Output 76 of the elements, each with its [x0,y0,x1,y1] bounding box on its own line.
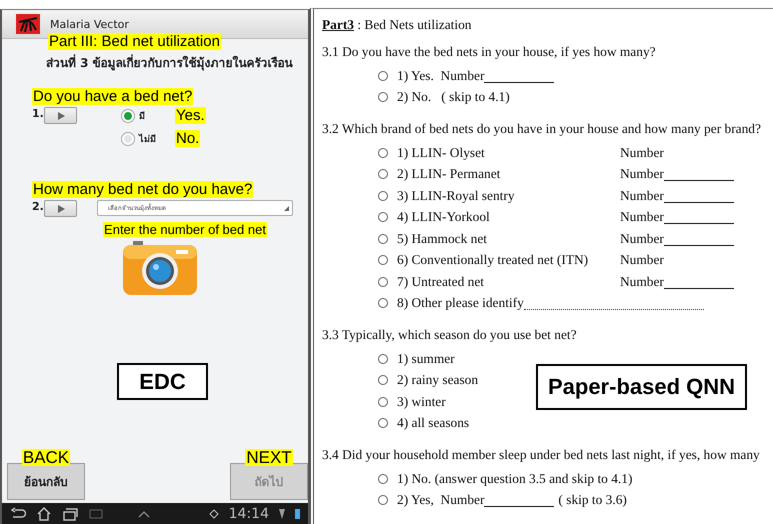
radio-circle [378,495,388,506]
app-title: Malaria Vector [50,18,129,30]
radio-button[interactable] [121,108,135,122]
question-text: 3.3 Typically, which season do you use bet net? [322,326,578,344]
location-icon [208,508,219,518]
option-label: ไม่มี [139,132,157,146]
option-text: 1) summer [397,350,455,367]
radio-circle [378,70,388,81]
option-text: 4) LLIN-Yorkool [397,209,491,226]
play-button[interactable] [44,107,77,124]
radio-circle [378,354,388,364]
radio-circle [378,375,388,386]
option-text: 4) all seasons [397,415,470,432]
question-annotation: How many bed net do you have? [32,181,254,198]
option-annotation: No. [175,130,200,147]
option-text: 2) rainy season [397,372,478,388]
radio-circle [378,276,388,287]
radio-button[interactable] [121,132,135,146]
option-annotation: Yes. [175,107,206,124]
recent-apps-icon[interactable] [62,506,78,520]
hint-annotation: Enter the number of bed net [103,222,267,237]
number-label: Number [620,274,664,290]
question-text: 3.2 Which brand of bed nets do you have in your house and how many per brand? [322,120,762,138]
radio-circle [378,190,388,201]
option-text: 6) Conventionally treated net (ITN) [397,252,590,268]
play-button[interactable] [44,200,77,217]
question-number: 2. [32,200,44,213]
option-text: 8) Other please identify [397,295,524,312]
option-text: 2) Yes, Number [397,492,484,508]
option-text: 3) winter [397,394,446,410]
back-button[interactable]: ย้อนกลับ [7,463,85,500]
radio-circle [378,298,388,308]
battery-icon [295,508,300,519]
option-text: 2) LLIN- Permanet [397,166,502,182]
home-icon[interactable] [36,506,52,520]
number-label: Number [620,230,664,247]
radio-circle [378,212,388,222]
number-label: Number [620,188,664,204]
edc-caption: EDC [117,363,208,400]
part-heading: Part3 : Bed Nets utilization [322,16,473,34]
number-label: Number [620,144,664,161]
radio-circle [378,148,388,158]
radio-circle [378,255,388,266]
option-text: 7) Untreated net [397,274,485,290]
question-text: 3.1 Do you have the bed nets in your house, if yes how many? [322,43,657,61]
question-text: 3.4 Did your household member sleep under bed nets last night, if yes, how many [322,446,761,464]
next-annotation: NEXT [245,449,293,466]
question-number: 1. [32,107,44,120]
radio-circle [378,396,388,407]
radio-circle [378,234,388,244]
radio-circle [378,474,388,484]
option-text: 1) Yes. Number [397,68,484,84]
number-label: Number [620,209,664,226]
option-label: มี [139,110,146,122]
back-annotation: BACK [22,449,70,466]
dropdown-corner-icon [284,206,289,210]
radio-circle [378,92,388,102]
radio-circle [378,418,388,428]
number-label: Number [620,252,664,268]
option-text: 3) LLIN-Royal sentry [397,188,516,204]
option-text: 1) LLIN- Olyset [397,144,486,161]
radio-circle [378,169,388,180]
option-suffix: ( skip to 3.6) [558,492,627,508]
clock: 14:14 [228,506,269,522]
paper-caption: Paper-based QNN [536,364,747,410]
number-label: Number [620,166,664,182]
section-heading-annotation: Part III: Bed net utilization [48,33,221,50]
section-heading: ส่วนที่ 3 ข้อมูลเกี่ยวกับการใช้มุ้งภายในครัวเรือน [46,53,294,72]
play-icon [56,110,66,120]
play-icon [56,204,66,214]
option-text: 5) Hammock net [397,230,488,247]
back-nav-icon[interactable] [10,506,26,520]
option-text: 1) No. (answer question 3.5 and skip to 4.1) [397,470,632,487]
option-text: 2) No. ( skip to 4.1) [397,89,510,106]
signal-icon [279,508,285,518]
question-annotation: Do you have a bed net? [32,88,194,105]
